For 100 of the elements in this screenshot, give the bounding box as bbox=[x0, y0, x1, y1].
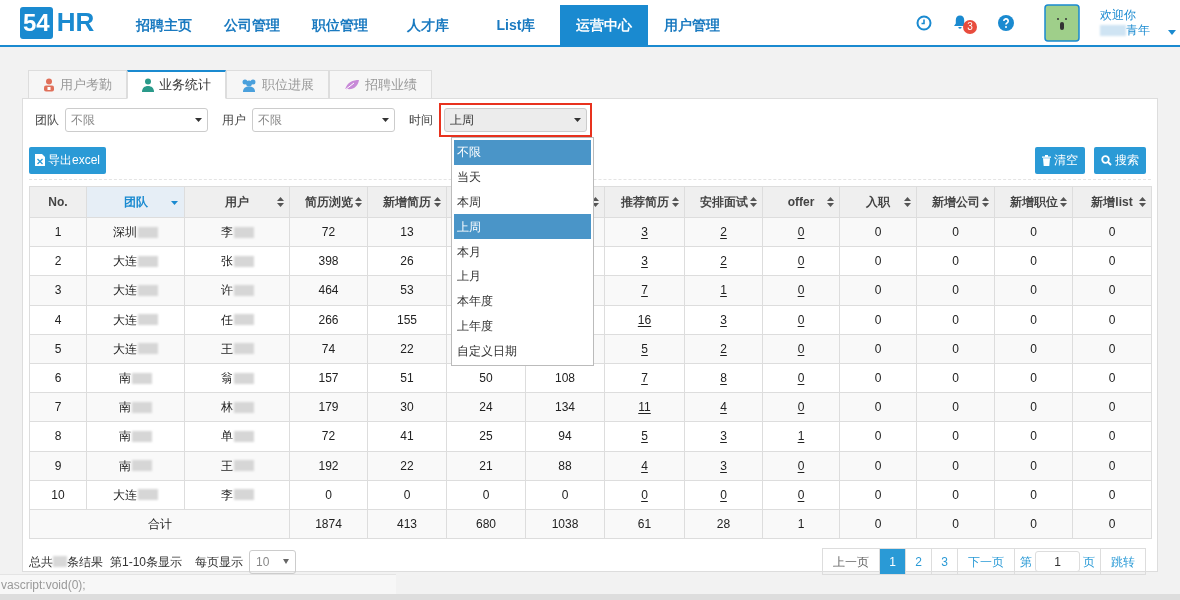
help-icon[interactable] bbox=[998, 14, 1014, 31]
sort-icon[interactable] bbox=[1060, 197, 1067, 207]
table-cell-text: 30 bbox=[400, 399, 414, 417]
column-header[interactable]: 用户 bbox=[184, 186, 290, 218]
table-link[interactable]: 0 bbox=[797, 310, 805, 329]
table-cell-text: 任 bbox=[220, 311, 233, 329]
table-link[interactable]: 4 bbox=[641, 456, 648, 475]
table-link[interactable]: 0 bbox=[797, 369, 805, 388]
sort-icon[interactable] bbox=[827, 197, 834, 207]
table-cell-text: 51 bbox=[400, 370, 414, 388]
nav-tab[interactable]: 用户管理 bbox=[648, 5, 736, 45]
table-link[interactable]: 0 bbox=[797, 398, 805, 417]
sort-icon[interactable] bbox=[592, 197, 599, 207]
table-link[interactable]: 1 bbox=[720, 281, 727, 300]
table-link[interactable]: 3 bbox=[720, 427, 727, 446]
dropdown-option[interactable]: 本年度 bbox=[454, 288, 591, 314]
nav-tab[interactable]: 招聘主页 bbox=[120, 5, 208, 45]
dropdown-option[interactable]: 本周 bbox=[454, 189, 591, 215]
column-header[interactable]: 安排面试 bbox=[684, 186, 763, 218]
clock-icon[interactable] bbox=[916, 14, 932, 31]
table-cell-text: 0 bbox=[1030, 486, 1037, 504]
sort-down-icon[interactable] bbox=[171, 201, 178, 205]
page-input[interactable]: 1 bbox=[1035, 551, 1080, 573]
per-page-select[interactable]: 10 bbox=[249, 549, 297, 574]
table-cell-text: 0 bbox=[952, 224, 959, 242]
table-link[interactable]: 0 bbox=[797, 339, 805, 358]
sort-icon[interactable] bbox=[355, 197, 362, 207]
select-field[interactable]: 不限 bbox=[65, 108, 208, 132]
select-field[interactable]: 上周 bbox=[444, 108, 587, 132]
column-header[interactable]: 推荐简历 bbox=[604, 186, 685, 218]
tab[interactable]: 业务统计 bbox=[127, 70, 226, 99]
column-header[interactable]: offer bbox=[762, 186, 840, 218]
table-cell-text: 0 bbox=[1108, 370, 1116, 388]
table-link[interactable]: 2 bbox=[720, 339, 727, 358]
table-link[interactable]: 5 bbox=[641, 339, 648, 358]
avatar[interactable] bbox=[1044, 3, 1080, 42]
table-link[interactable]: 11 bbox=[638, 398, 651, 417]
table-cell-text: 26 bbox=[400, 253, 414, 271]
sort-icon[interactable] bbox=[434, 197, 441, 207]
column-header[interactable]: 新增list bbox=[1072, 186, 1152, 218]
table-cell-text: 翁 bbox=[220, 370, 233, 388]
table-cell-text: 398 bbox=[318, 253, 339, 271]
table-link[interactable]: 16 bbox=[637, 310, 652, 329]
table-link[interactable]: 1 bbox=[797, 427, 805, 446]
table-link[interactable]: 0 bbox=[797, 223, 805, 242]
dropdown-option[interactable]: 自定义日期 bbox=[454, 338, 591, 364]
nav-tab[interactable]: 人才库 bbox=[384, 5, 472, 45]
table-cell-text: 0 bbox=[1108, 486, 1116, 504]
table-link[interactable]: 0 bbox=[797, 252, 805, 271]
table-cell-text: 0 bbox=[874, 457, 882, 475]
blurred-text bbox=[138, 226, 158, 238]
caret-icon bbox=[195, 118, 202, 122]
sort-icon[interactable] bbox=[672, 197, 679, 207]
table-cell-text: 0 bbox=[1108, 311, 1116, 329]
table-cell-text: 0 bbox=[952, 282, 959, 300]
table-cell-text: 大连 bbox=[113, 311, 137, 329]
nav-tab[interactable]: 职位管理 bbox=[296, 5, 384, 45]
table-cell-text: 0 bbox=[874, 282, 882, 300]
table-cell-text: 1 bbox=[54, 224, 62, 242]
nav-tab[interactable]: 公司管理 bbox=[208, 5, 296, 45]
dropdown-option[interactable]: 上年度 bbox=[454, 313, 591, 339]
sort-icon[interactable] bbox=[277, 197, 284, 207]
table-link[interactable]: 0 bbox=[641, 485, 648, 504]
table-link[interactable]: 2 bbox=[720, 223, 727, 242]
table-link[interactable]: 0 bbox=[797, 456, 805, 475]
column-header[interactable]: 新增简历 bbox=[367, 186, 447, 218]
dropdown-option[interactable]: 本月 bbox=[454, 239, 591, 264]
nav-tab[interactable]: 运营中心 bbox=[560, 5, 648, 45]
sort-icon[interactable] bbox=[982, 197, 989, 207]
table-cell-text: 0 bbox=[1030, 340, 1037, 358]
column-header[interactable]: 简历浏览 bbox=[289, 186, 368, 218]
nav-tab[interactable]: List库 bbox=[472, 5, 560, 45]
dropdown-option[interactable]: 当天 bbox=[454, 164, 591, 190]
sort-icon[interactable] bbox=[904, 197, 911, 207]
table-cell: 680 bbox=[476, 516, 496, 531]
sort-icon[interactable] bbox=[1139, 197, 1146, 207]
table-link[interactable]: 7 bbox=[641, 281, 648, 300]
table-cell-text: 许 bbox=[220, 282, 233, 300]
table-link[interactable]: 0 bbox=[797, 485, 805, 504]
caret-icon[interactable] bbox=[1168, 29, 1176, 36]
table-link[interactable]: 0 bbox=[720, 485, 727, 504]
dropdown-option[interactable]: 上月 bbox=[454, 264, 591, 289]
column-header[interactable]: 新增公司 bbox=[916, 186, 995, 218]
table-link[interactable]: 5 bbox=[641, 427, 648, 446]
select-field[interactable]: 不限 bbox=[252, 108, 395, 132]
table-link[interactable]: 3 bbox=[720, 310, 727, 329]
table-link[interactable]: 0 bbox=[797, 281, 805, 300]
table-link[interactable]: 4 bbox=[720, 398, 727, 417]
column-header[interactable]: 入职 bbox=[839, 186, 917, 218]
table-cell-text: 大连 bbox=[113, 282, 137, 300]
table-link[interactable]: 3 bbox=[720, 456, 727, 475]
column-header[interactable]: 新增职位 bbox=[994, 186, 1073, 218]
results-prefix: 总共 bbox=[29, 553, 53, 571]
filter-label: 团队 bbox=[35, 112, 59, 129]
sort-icon[interactable] bbox=[750, 197, 757, 207]
table-link[interactable]: 7 bbox=[641, 369, 648, 388]
table-link[interactable]: 8 bbox=[720, 369, 727, 388]
table-link[interactable]: 3 bbox=[641, 252, 648, 271]
table-link[interactable]: 3 bbox=[641, 223, 648, 242]
table-link[interactable]: 2 bbox=[720, 252, 727, 271]
